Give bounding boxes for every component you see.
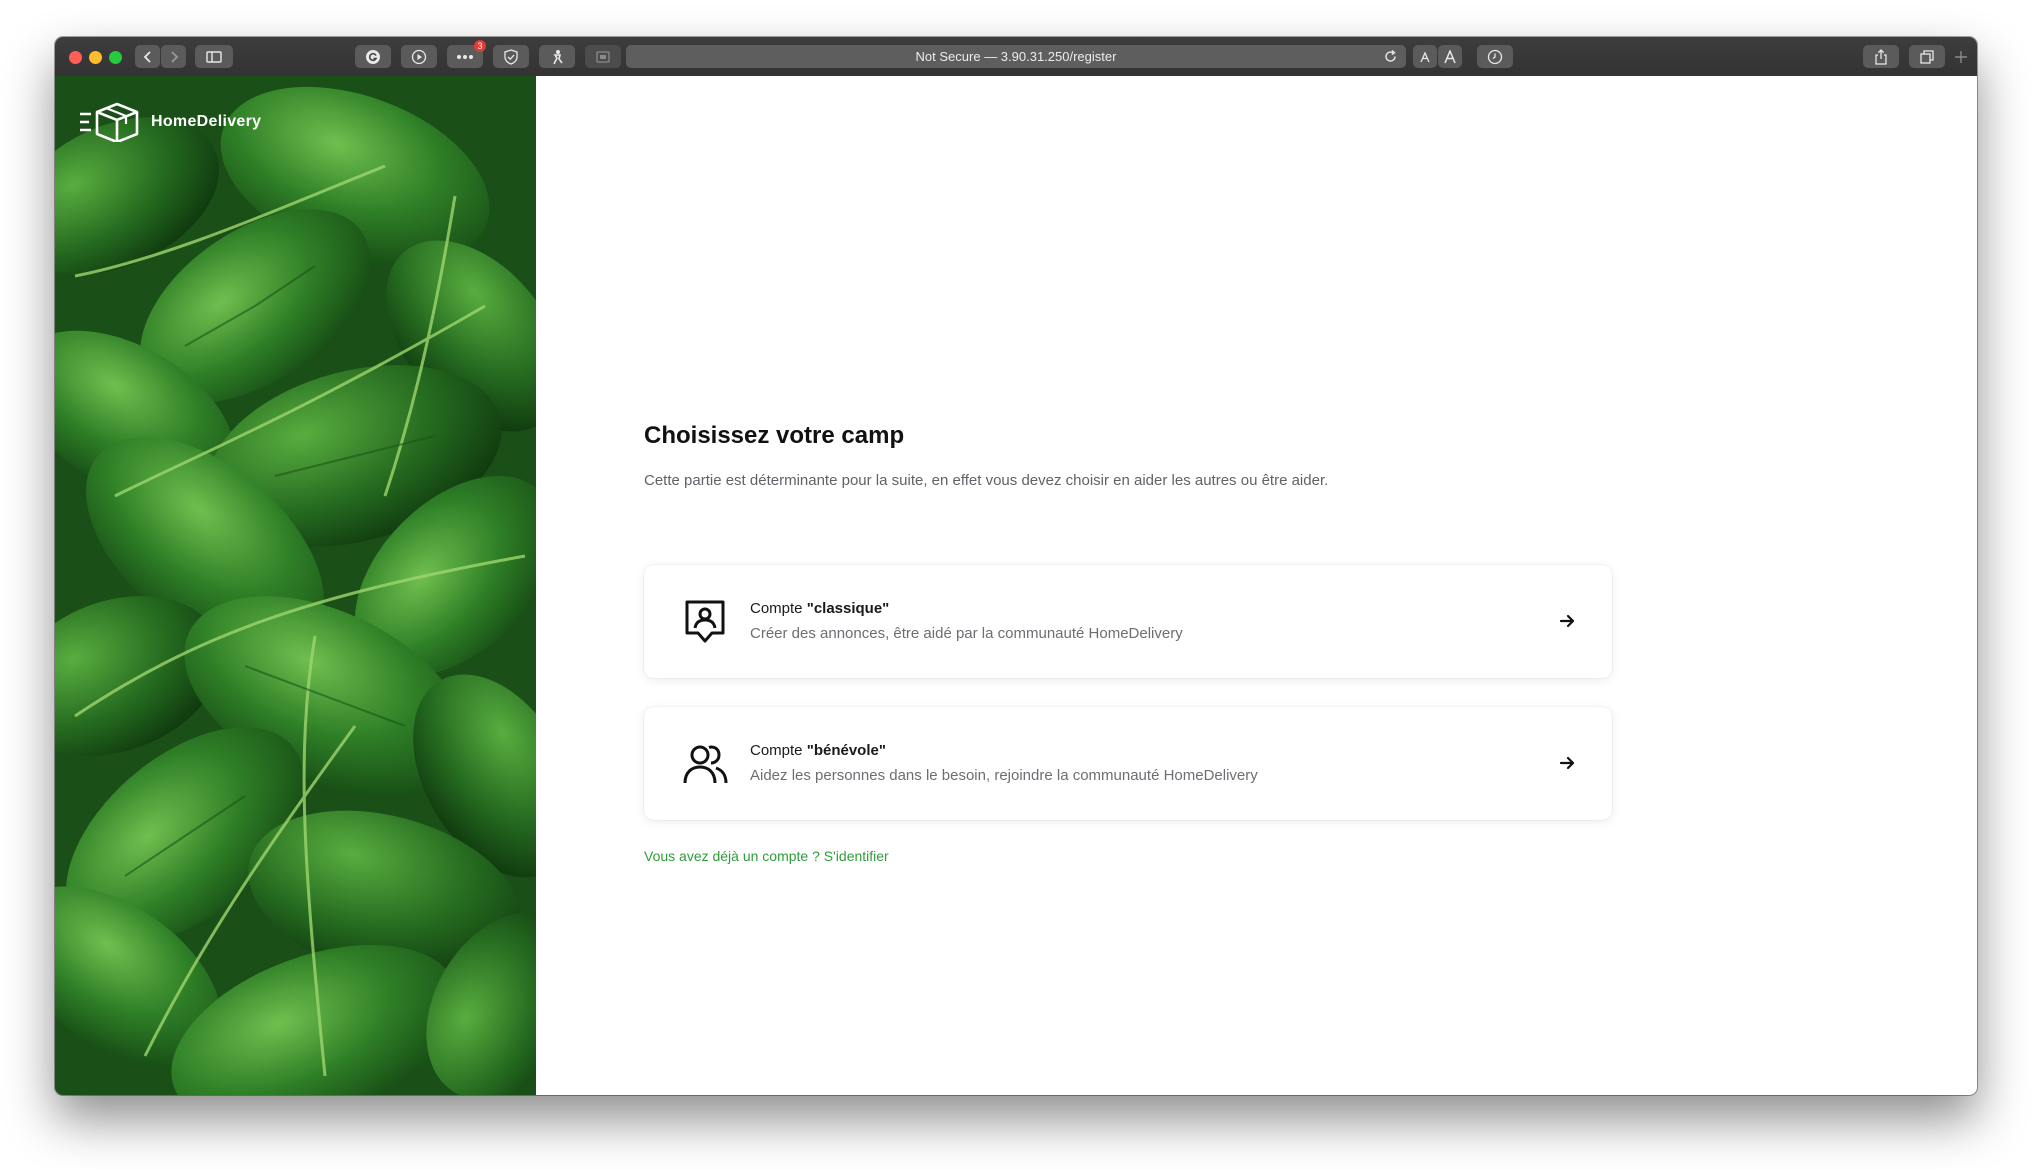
close-window-button[interactable] [69,51,82,64]
box-logo-icon [80,102,139,142]
sidebar-toggle-button[interactable] [195,45,233,68]
users-group-icon [683,745,728,784]
volunteer-account-name: "bénévole" [806,742,886,759]
chevron-right-icon [170,50,178,63]
classic-account-prefix: Compte [750,600,807,617]
shield-icon [504,48,518,65]
frame-icon [596,50,610,63]
text-larger-button[interactable] [1438,45,1462,68]
volunteer-account-text: Compte "bénévole" Aidez les personnes da… [750,742,1258,784]
address-text: Not Secure — 3.90.31.250/register [915,49,1117,64]
classic-account-option[interactable]: Compte "classique" Créer des annonces, ê… [644,565,1612,678]
volunteer-account-prefix: Compte [750,742,807,759]
arrow-right-icon [1559,756,1575,770]
text-large-icon [1444,49,1456,63]
extension-badge: 3 [474,40,486,52]
page-title: Choisissez votre camp [644,422,905,449]
chevron-left-icon [143,50,151,63]
new-tab-button[interactable] [1953,49,1969,70]
leaves-illustration [55,76,536,1095]
play-circle-icon [411,49,427,64]
grammarly-icon [366,49,380,64]
browser-window: 3 Not Secure — 3.90.31.250/register Home… [55,37,1977,1095]
tool-extension-button[interactable] [539,45,575,68]
volunteer-account-option[interactable]: Compte "bénévole" Aidez les personnes da… [644,707,1612,820]
brand-logo[interactable]: HomeDelivery [79,102,261,142]
minimize-window-button[interactable] [89,51,102,64]
reader-extension-button[interactable] [585,45,621,68]
classic-account-name: "classique" [806,600,890,617]
arrow-right-icon [1559,614,1575,628]
share-icon [1875,48,1887,65]
text-small-icon [1420,50,1430,62]
more-extensions-button[interactable]: 3 [447,40,486,68]
back-button[interactable] [135,45,160,68]
browser-toolbar: 3 Not Secure — 3.90.31.250/register [55,37,1977,77]
spinach-hero-image: HomeDelivery [55,76,536,1095]
dots-icon [457,54,473,59]
person-icon [553,49,563,64]
register-page: HomeDelivery Choisissez votre camp Cette… [55,76,1977,1095]
classic-account-description: Créer des annonces, être aidé par la com… [750,625,1183,642]
page-subtitle: Cette partie est déterminante pour la su… [644,472,1329,489]
grammarly-extension-button[interactable] [355,45,391,68]
privacy-extension-button[interactable] [493,45,529,68]
forward-button[interactable] [161,45,186,68]
tab-overview-button[interactable] [1909,45,1945,68]
user-badge-icon [685,600,725,643]
address-bar[interactable]: Not Secure — 3.90.31.250/register [626,45,1406,68]
zoom-window-button[interactable] [109,51,122,64]
media-extension-button[interactable] [401,45,437,68]
sidebar-icon [206,50,222,63]
tabs-icon [1920,49,1934,64]
classic-account-text: Compte "classique" Créer des annonces, ê… [750,600,1183,642]
brand-name: HomeDelivery [151,113,262,130]
reload-icon[interactable] [1383,49,1398,64]
history-extension-button[interactable] [1477,45,1513,68]
clock-icon [1487,49,1503,64]
login-link[interactable]: Vous avez déjà un compte ? S'identifier [644,848,889,864]
account-type-selection: Choisissez votre camp Cette partie est d… [644,422,1624,864]
plus-icon [1955,51,1967,63]
text-smaller-button[interactable] [1413,45,1437,68]
volunteer-account-description: Aidez les personnes dans le besoin, rejo… [750,767,1258,784]
share-button[interactable] [1863,45,1899,68]
